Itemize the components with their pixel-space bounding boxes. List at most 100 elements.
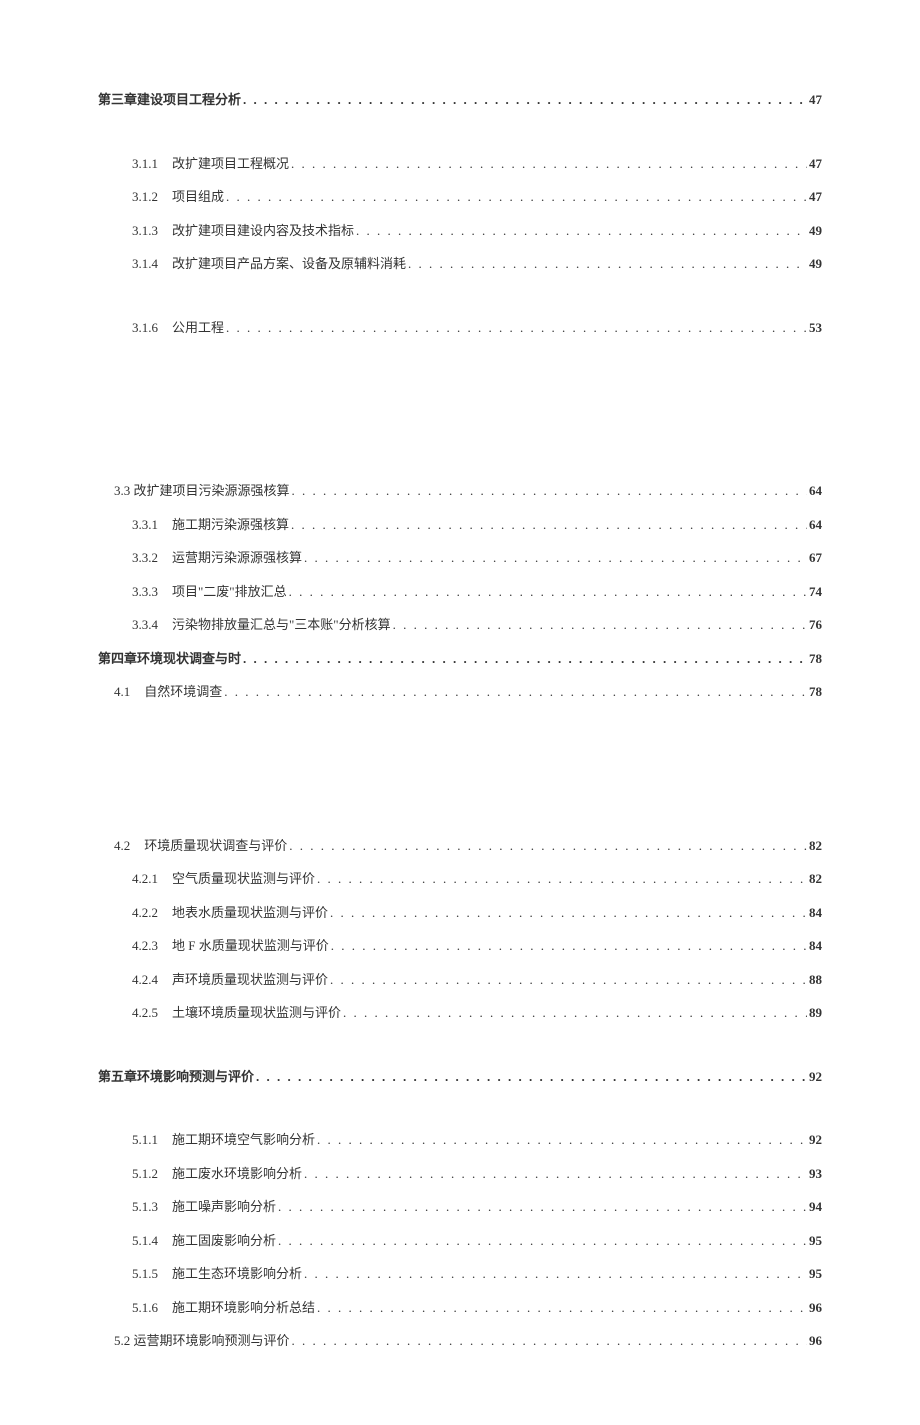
toc-gap (98, 1037, 822, 1067)
toc-title: 改扩建项目建设内容及技术指标 (172, 221, 354, 241)
toc-leader-dots (289, 836, 807, 856)
toc-title: 施工废水环境影响分析 (172, 1164, 302, 1184)
toc-leader-dots (304, 548, 807, 568)
toc-entry: 3.3.1施工期污染源强核算64 (98, 515, 822, 535)
toc-page-number: 94 (809, 1197, 822, 1217)
toc-page-number: 49 (809, 221, 822, 241)
toc-number: 4.2.4 (132, 970, 158, 990)
toc-gap (98, 124, 822, 154)
toc-number: 3.3.4 (132, 615, 158, 635)
toc-entry: 第四章环境现状调查与时 78 (98, 649, 822, 669)
toc-title: 3.3 改扩建项目污染源源强核算 (114, 481, 290, 501)
toc-leader-dots (292, 1331, 807, 1351)
toc-title: 施工期污染源强核算 (172, 515, 289, 535)
toc-entry: 3.1.1改扩建项目工程概况47 (98, 154, 822, 174)
toc-leader-dots (224, 682, 807, 702)
toc-page-number: 74 (809, 582, 822, 602)
toc-leader-dots (243, 90, 807, 110)
toc-number: 5.1.5 (132, 1264, 158, 1284)
toc-leader-dots (330, 970, 807, 990)
toc-page-number: 92 (809, 1067, 822, 1087)
toc-page-number: 82 (809, 869, 822, 889)
toc-entry: 第三章建设项目工程分析 47 (98, 90, 822, 110)
toc-entry: 5.1.2施工废水环境影响分析93 (98, 1164, 822, 1184)
toc-entry: 4.2环境质量现状调查与评价82 (98, 836, 822, 856)
toc-title: 项目组成 (172, 187, 224, 207)
toc-number: 5.1.2 (132, 1164, 158, 1184)
toc-leader-dots (292, 481, 807, 501)
toc-number: 3.1.2 (132, 187, 158, 207)
toc-gap (98, 716, 822, 836)
toc-title: 第五章环境影响预测与评价 (98, 1067, 254, 1087)
toc-title: 污染物排放量汇总与"三本账"分析核算 (172, 615, 391, 635)
toc-page-number: 49 (809, 254, 822, 274)
toc-entry: 4.1自然环境调查78 (98, 682, 822, 702)
toc-gap (98, 351, 822, 481)
toc-entry: 3.1.6公用工程53 (98, 318, 822, 338)
toc-page-number: 88 (809, 970, 822, 990)
toc-page-number: 96 (809, 1331, 822, 1351)
toc-entry: 3.1.2 项目组成 47 (98, 187, 822, 207)
toc-leader-dots (278, 1231, 807, 1251)
toc-entry: 4.2.5 土壤环境质量现状监测与评价 89 (98, 1003, 822, 1023)
toc-leader-dots (331, 936, 807, 956)
toc-title: 第三章建设项目工程分析 (98, 90, 241, 110)
toc-number: 3.3.1 (132, 515, 158, 535)
toc-number: 3.3.3 (132, 582, 158, 602)
toc-entry: 5.1.1 施工期环境空气影响分析 92 (98, 1130, 822, 1150)
toc-entry: 3.1.4 改扩建项目产品方案、设备及原辅料消耗 49 (98, 254, 822, 274)
toc-title: 改扩建项目工程概况 (172, 154, 289, 174)
toc-title: 地 F 水质量现状监测与评价 (172, 936, 329, 956)
toc-number: 3.1.4 (132, 254, 158, 274)
toc-title: 公用工程 (172, 318, 224, 338)
toc-gap (98, 288, 822, 318)
toc-title: 施工生态环境影响分析 (172, 1264, 302, 1284)
toc-page-number: 89 (809, 1003, 822, 1023)
toc-entry: 5.2 运营期环境影响预测与评价96 (98, 1331, 822, 1351)
toc-entry: 3.1.3 改扩建项目建设内容及技术指标 49 (98, 221, 822, 241)
toc-leader-dots (317, 869, 807, 889)
table-of-contents: 第三章建设项目工程分析473.1.1改扩建项目工程概况473.1.2项目组成47… (98, 90, 822, 1351)
toc-page-number: 78 (809, 649, 822, 669)
toc-page-number: 96 (809, 1298, 822, 1318)
toc-page-number: 92 (809, 1130, 822, 1150)
toc-page-number: 64 (809, 481, 822, 501)
toc-title: 环境质量现状调查与评价 (144, 836, 287, 856)
toc-page-number: 53 (809, 318, 822, 338)
toc-leader-dots (291, 515, 807, 535)
toc-number: 5.1.1 (132, 1130, 158, 1150)
toc-entry: 4.2.2地表水质量现状监测与评价84 (98, 903, 822, 923)
toc-title: 空气质量现状监测与评价 (172, 869, 315, 889)
toc-number: 3.3.2 (132, 548, 158, 568)
toc-page-number: 47 (809, 154, 822, 174)
toc-leader-dots (317, 1130, 807, 1150)
toc-page-number: 47 (809, 187, 822, 207)
toc-page-number: 95 (809, 1264, 822, 1284)
toc-title: 自然环境调查 (144, 682, 222, 702)
toc-page-number: 76 (809, 615, 822, 635)
toc-leader-dots (256, 1067, 807, 1087)
toc-page-number: 47 (809, 90, 822, 110)
toc-title: 第四章环境现状调查与时 (98, 649, 241, 669)
toc-title: 运营期污染源源强核算 (172, 548, 302, 568)
toc-leader-dots (408, 254, 807, 274)
toc-entry: 第五章环境影响预测与评价 92 (98, 1067, 822, 1087)
toc-entry: 5.1.5 施工生态环境影响分析 95 (98, 1264, 822, 1284)
toc-title: 地表水质量现状监测与评价 (172, 903, 328, 923)
toc-page-number: 84 (809, 903, 822, 923)
toc-number: 4.2.1 (132, 869, 158, 889)
toc-entry: 3.3.3项目"二废"排放汇总74 (98, 582, 822, 602)
toc-title: 施工期环境影响分析总结 (172, 1298, 315, 1318)
toc-number: 4.2.5 (132, 1003, 158, 1023)
toc-title: 土壤环境质量现状监测与评价 (172, 1003, 341, 1023)
toc-number: 4.1 (114, 682, 130, 702)
toc-entry: 5.1.3施工噪声影响分析94 (98, 1197, 822, 1217)
toc-title: 改扩建项目产品方案、设备及原辅料消耗 (172, 254, 406, 274)
toc-leader-dots (226, 187, 807, 207)
toc-entry: 5.1.6施工期环境影响分析总结96 (98, 1298, 822, 1318)
toc-title: 施工期环境空气影响分析 (172, 1130, 315, 1150)
toc-number: 3.1.3 (132, 221, 158, 241)
toc-entry: 4.2.3地 F 水质量现状监测与评价84 (98, 936, 822, 956)
toc-title: 声环境质量现状监测与评价 (172, 970, 328, 990)
toc-leader-dots (393, 615, 807, 635)
